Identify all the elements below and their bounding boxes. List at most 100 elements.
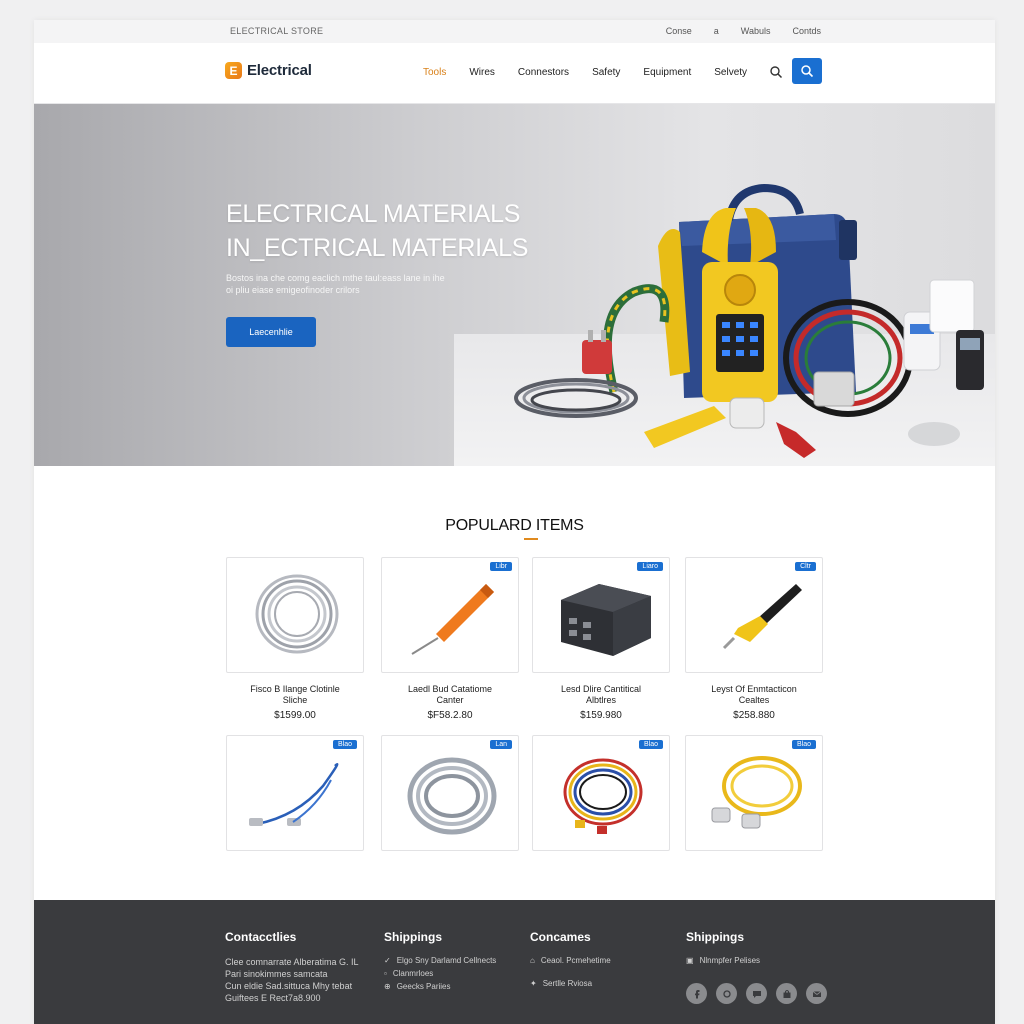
product-card-1[interactable] bbox=[226, 557, 364, 673]
search-button[interactable] bbox=[792, 58, 822, 84]
check-icon: ✓ bbox=[384, 956, 391, 965]
product-card-5[interactable]: Blao bbox=[226, 735, 364, 851]
product-price-3: $159.980 bbox=[580, 710, 622, 721]
product-price-4: $258.880 bbox=[733, 710, 775, 721]
social-links bbox=[686, 983, 827, 1004]
mail-icon[interactable] bbox=[806, 983, 827, 1004]
product-name-3-line1: Lesd Dlire Cantitical bbox=[560, 684, 642, 694]
utility-brand: ELECTRICAL STORE bbox=[230, 26, 324, 36]
footer-link[interactable]: ⊕ Geecks Pariies bbox=[384, 982, 496, 991]
junction-box-icon bbox=[561, 584, 651, 656]
cable-connector-icon bbox=[908, 422, 960, 446]
nav-item-connestors[interactable]: Connestors bbox=[518, 67, 569, 78]
logo[interactable]: E Electrical bbox=[225, 62, 312, 79]
main-nav: Tools Wires Connestors Safety Equipment … bbox=[423, 66, 783, 79]
red-plug-pin-left-icon bbox=[588, 330, 593, 342]
utility-link-wabuls[interactable]: Wabuls bbox=[741, 26, 771, 36]
footer-contact-line: Cun eldie Sad.sittuca Mhy tebat bbox=[225, 981, 353, 991]
footer-link[interactable]: ▣ Nlnmpfer Pelises bbox=[686, 956, 760, 965]
footer-col-shippings: Shippings ✓ Elgo Sny Darlamd Cellnects ▫… bbox=[384, 930, 496, 995]
footer-link[interactable]: ✓ Elgo Sny Darlamd Cellnects bbox=[384, 956, 496, 965]
coiled-cable-icon bbox=[255, 574, 339, 654]
footer-col-contacts-title: Contacctlies bbox=[225, 930, 297, 944]
product-name-3-line2: Albtlres bbox=[585, 695, 616, 705]
colored-wires-icon bbox=[563, 758, 643, 834]
footer-col-shippings-2-title: Shippings bbox=[686, 930, 744, 944]
popular-items-title: POPULARD ITEMS bbox=[445, 517, 584, 534]
footer-link[interactable]: ⌂ Ceaol. Pcmehetime bbox=[530, 956, 611, 965]
tape-roll-icon bbox=[729, 397, 765, 429]
globe-icon: ⊕ bbox=[384, 982, 391, 991]
product-card-4[interactable]: Cltr bbox=[685, 557, 823, 673]
tool-bag-strap-icon bbox=[839, 220, 857, 260]
chat-icon[interactable] bbox=[746, 983, 767, 1004]
footer-contact-line: Pari sinokimmes samcata bbox=[225, 969, 328, 979]
product-card-7[interactable]: Blao bbox=[532, 735, 670, 851]
search-button-icon bbox=[801, 65, 814, 78]
footer-link[interactable]: ✦ Sertlle Rviosa bbox=[530, 979, 611, 988]
footer-link[interactable]: ▫ Clanmrloes bbox=[384, 969, 496, 978]
twitter-icon: ✦ bbox=[530, 979, 537, 988]
camera-icon[interactable] bbox=[716, 983, 737, 1004]
logo-mark-icon: E bbox=[225, 62, 242, 79]
footer-col-shippings-2: Shippings ▣ Nlnmpfer Pelises bbox=[686, 930, 760, 969]
product-card-6[interactable]: Lan bbox=[381, 735, 519, 851]
product-card-2[interactable]: Libr bbox=[381, 557, 519, 673]
utility-link-conse[interactable]: Conse bbox=[666, 26, 692, 36]
site-header: E Electrical Tools Wires Connestors Safe… bbox=[34, 43, 995, 104]
product-price-1: $1599.00 bbox=[274, 710, 316, 721]
supply-box-icon bbox=[929, 279, 975, 333]
utility-link-contds[interactable]: Contds bbox=[792, 26, 821, 36]
twisted-cable-green-icon bbox=[602, 284, 670, 394]
hero-banner: ELECTRICAL MATERIALS IN_ECTRICAL MATERIA… bbox=[34, 104, 995, 466]
red-screwdriver-icon bbox=[776, 422, 816, 458]
nav-item-selvety[interactable]: Selvety bbox=[714, 67, 747, 78]
product-card-8[interactable]: Blao bbox=[685, 735, 823, 851]
coiled-cable-core-icon bbox=[530, 388, 622, 412]
facebook-icon[interactable] bbox=[686, 983, 707, 1004]
product-name-1-line2: Sliche bbox=[282, 695, 308, 705]
utility-bar: ELECTRICAL STORE Conse a Wabuls Contds bbox=[34, 20, 995, 43]
product-name-1-line1: Fisco B Ilange Clotinle bbox=[250, 684, 340, 694]
hero-description-line1: Bostos ina che comg eaclich mthe taul:ea… bbox=[226, 273, 445, 283]
blue-cable-icon bbox=[249, 763, 339, 826]
bag-icon[interactable] bbox=[776, 983, 797, 1004]
footer-link-label: Nlnmpfer Pelises bbox=[699, 956, 761, 965]
product-price-2: $F58.2.80 bbox=[427, 710, 473, 721]
red-plug-pin-right-icon bbox=[601, 330, 606, 342]
nav-item-safety[interactable]: Safety bbox=[592, 67, 620, 78]
nav-item-equipment[interactable]: Equipment bbox=[643, 67, 691, 78]
search-icon[interactable] bbox=[769, 65, 783, 79]
home-icon: ⌂ bbox=[530, 956, 535, 965]
product-card-3[interactable]: Liaro bbox=[532, 557, 670, 673]
digital-meter-screen-icon bbox=[960, 338, 980, 350]
nav-item-tools[interactable]: Tools bbox=[423, 67, 446, 78]
footer-contact-line: Guiftees E Rect7a8.900 bbox=[225, 993, 321, 1003]
product-name-2-line1: Laedl Bud Catatiome bbox=[407, 684, 493, 694]
footer-col-shippings-title: Shippings bbox=[384, 930, 442, 944]
red-plug-icon bbox=[582, 340, 612, 374]
multimeter-buttons-icon bbox=[722, 322, 758, 356]
page-frame: ELECTRICAL STORE Conse a Wabuls Contds E… bbox=[34, 20, 995, 1024]
product-name-4-line2: Cealtes bbox=[738, 695, 770, 705]
image-icon: ▣ bbox=[686, 956, 694, 965]
yellow-extension-cord-icon bbox=[711, 756, 802, 829]
hero-cta-button[interactable]: Laecenhlie bbox=[226, 317, 316, 347]
voltage-tester-icon bbox=[722, 584, 802, 650]
multimeter-dial-icon bbox=[724, 274, 756, 306]
footer-col-contacts: Contacctlies Clee comnarrate Alberatima … bbox=[225, 930, 359, 1004]
voltage-tester-icon bbox=[644, 406, 726, 448]
footer-link-label: Clanmrloes bbox=[392, 969, 434, 978]
box-icon: ▫ bbox=[384, 969, 387, 978]
footer-contact-line: Clee comnarrate Alberatima G. IL bbox=[225, 957, 359, 967]
nav-item-wires[interactable]: Wires bbox=[469, 67, 495, 78]
logo-text: Electrical bbox=[247, 62, 312, 79]
footer-col-concames-title: Concames bbox=[530, 930, 591, 944]
screwdriver-icon bbox=[411, 584, 494, 655]
wire-spool-icon bbox=[813, 371, 855, 407]
product-name-2-line2: Canter bbox=[436, 695, 464, 705]
hero-tools-illustration bbox=[514, 183, 984, 458]
gray-cable-icon bbox=[407, 757, 497, 835]
utility-link-a[interactable]: a bbox=[714, 26, 719, 36]
popular-title-underline bbox=[524, 538, 538, 540]
